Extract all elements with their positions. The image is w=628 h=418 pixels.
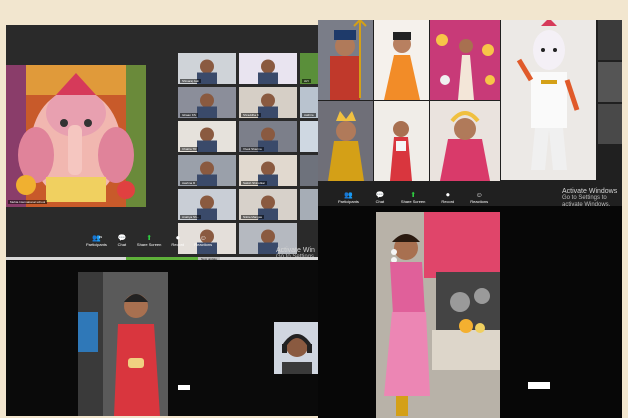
child-costume-image — [330, 20, 367, 100]
child-costume-image — [384, 32, 420, 100]
share-screen-button[interactable]: ⬆ Share Screen — [137, 235, 161, 247]
participant-tile[interactable]: Shraddha K — [239, 87, 297, 118]
participants-button[interactable]: 👥 Participants 39 — [86, 235, 107, 247]
toolbar-label: Reactions — [470, 199, 489, 204]
girl-in-pink-dress-image — [376, 212, 500, 418]
toolbar-label: Share Screen — [136, 242, 162, 247]
child-costume-image — [328, 111, 364, 181]
participant-tile[interactable]: Anahya Sh... — [178, 189, 236, 220]
participant-tile[interactable]: Chaitra TR — [178, 121, 236, 152]
meeting-toolbar: 👥 Participants 💬 Chat ⬆ Share Screen ⏺ Record ☺ R… — [338, 192, 488, 204]
tile-child-flowers — [430, 20, 500, 100]
participant-video — [258, 59, 278, 84]
participant-name: Shraddha K — [241, 113, 261, 117]
toolbar-label: Chat — [375, 199, 385, 204]
share-screen-icon: ⬆ — [410, 192, 417, 199]
participant-name: Ishaan KS — [180, 113, 198, 117]
shared-screen-caption: Mehta International school — [8, 200, 48, 204]
tile-child-red-dress — [374, 101, 429, 181]
participant-tile[interactable]: AVI — [300, 53, 320, 84]
reactions-button[interactable]: ☺ Reactions — [470, 192, 488, 204]
zoom-gallery-screenshot-top-right: 👥 Participants 💬 Chat ⬆ Share Screen ⏺ Record ☺ R… — [318, 20, 622, 208]
participant-tile[interactable] — [300, 155, 320, 186]
toolbar-label: Reactions — [194, 242, 213, 247]
record-icon: ⏺ — [176, 235, 180, 242]
toolbar-label: Participants — [338, 199, 359, 204]
participant-tile[interactable]: Aathira — [300, 87, 320, 118]
video-tile-child-headphones — [274, 322, 320, 374]
toolbar-label: Chat — [117, 242, 127, 247]
participant-tile[interactable] — [300, 121, 320, 152]
chat-button[interactable]: 💬 Chat — [117, 235, 127, 247]
chat-icon: 💬 — [375, 192, 385, 199]
zoom-gallery-screenshot-top-left: Mehta International school Shivaraj Jain… — [6, 25, 320, 265]
reactions-icon: ☺ — [475, 192, 483, 199]
tile-small-3 — [598, 104, 622, 144]
participant-name: Aashna R — [180, 181, 198, 185]
tile-small-1 — [598, 20, 622, 60]
participant-video — [319, 140, 320, 152]
record-icon: ⏺ — [446, 192, 450, 199]
activate-windows-title: Activate Windows — [562, 188, 618, 195]
chat-icon: 💬 — [117, 235, 127, 242]
tile-child-ganesha-mask — [501, 20, 596, 180]
participant-tile[interactable]: Ishaan KS — [178, 87, 236, 118]
participant-count: 39 — [98, 235, 103, 239]
participants-button[interactable]: 👥 Participants — [338, 192, 359, 204]
share-screen-button[interactable]: ⬆ Share Screen — [401, 192, 425, 204]
shared-screen-ganesha: Mehta International school — [6, 65, 146, 207]
activate-windows-watermark: Activate Windows Go to Settings to activ… — [562, 188, 622, 208]
cursor-white — [528, 382, 550, 389]
participant-tile[interactable]: Satish Shirodkar — [239, 155, 297, 186]
participant-name: Chaitra TR — [180, 147, 199, 151]
participant-tile[interactable] — [239, 53, 297, 84]
record-button[interactable]: ⏺ Record — [171, 235, 184, 247]
participant-tile[interactable]: Vivek Sharma — [239, 121, 297, 152]
participant-video — [319, 174, 320, 186]
tile-child-trident — [318, 20, 373, 100]
tile-small-2 — [598, 62, 622, 102]
video-tile-girl — [376, 212, 500, 418]
child-costume-image — [516, 20, 580, 170]
toolbar-label: Participants — [86, 242, 107, 247]
participant-name: Aathira — [302, 113, 316, 117]
meeting-toolbar: 👥 Participants 39 💬 Chat ⬆ Share Screen ⏺ Record… — [86, 235, 212, 247]
participant-tile[interactable]: Shivaraj Jain — [178, 53, 236, 84]
participant-tile[interactable]: Nikita Mangas — [239, 189, 297, 220]
tile-child-saree — [430, 101, 500, 181]
toolbar-label: Record — [441, 199, 455, 204]
participant-name: Nikita Mangas — [241, 215, 265, 219]
participant-name: Shivaraj Jain — [180, 79, 202, 83]
child-headphones-image — [274, 322, 320, 374]
cursor-white — [178, 385, 190, 390]
chat-button[interactable]: 💬 Chat — [375, 192, 385, 204]
tile-child-saffron — [374, 20, 429, 100]
participants-icon: 👥 — [344, 192, 353, 199]
participant-name: Vivek Sharma — [241, 147, 264, 151]
participant-tile[interactable]: Aashna R — [178, 155, 236, 186]
video-tile-boy — [78, 272, 168, 416]
child-costume-image — [390, 121, 412, 181]
tile-child-crown — [318, 101, 373, 181]
participant-name: Satish Shirodkar — [241, 181, 268, 185]
reactions-button[interactable]: ☺ Reactions — [194, 235, 212, 247]
participant-video — [319, 208, 320, 220]
record-button[interactable]: ⏺ Record — [441, 192, 454, 204]
participant-name: Anahya Sh... — [180, 215, 202, 219]
video-call-girl-pink-dress — [318, 206, 622, 418]
boy-in-red-kurta-image — [78, 272, 168, 416]
participant-name: AVI — [302, 79, 311, 83]
toolbar-label: Record — [171, 242, 185, 247]
toolbar-label: Share Screen — [400, 199, 426, 204]
reactions-icon: ☺ — [199, 235, 207, 242]
video-call-boy-kurta — [6, 260, 320, 416]
activate-windows-title: Activate Win — [276, 247, 315, 254]
child-costume-image — [440, 111, 490, 181]
child-costume-image — [430, 20, 500, 100]
participant-tile[interactable] — [300, 189, 320, 220]
ganesha-image — [6, 65, 146, 207]
share-screen-icon: ⬆ — [146, 235, 153, 242]
